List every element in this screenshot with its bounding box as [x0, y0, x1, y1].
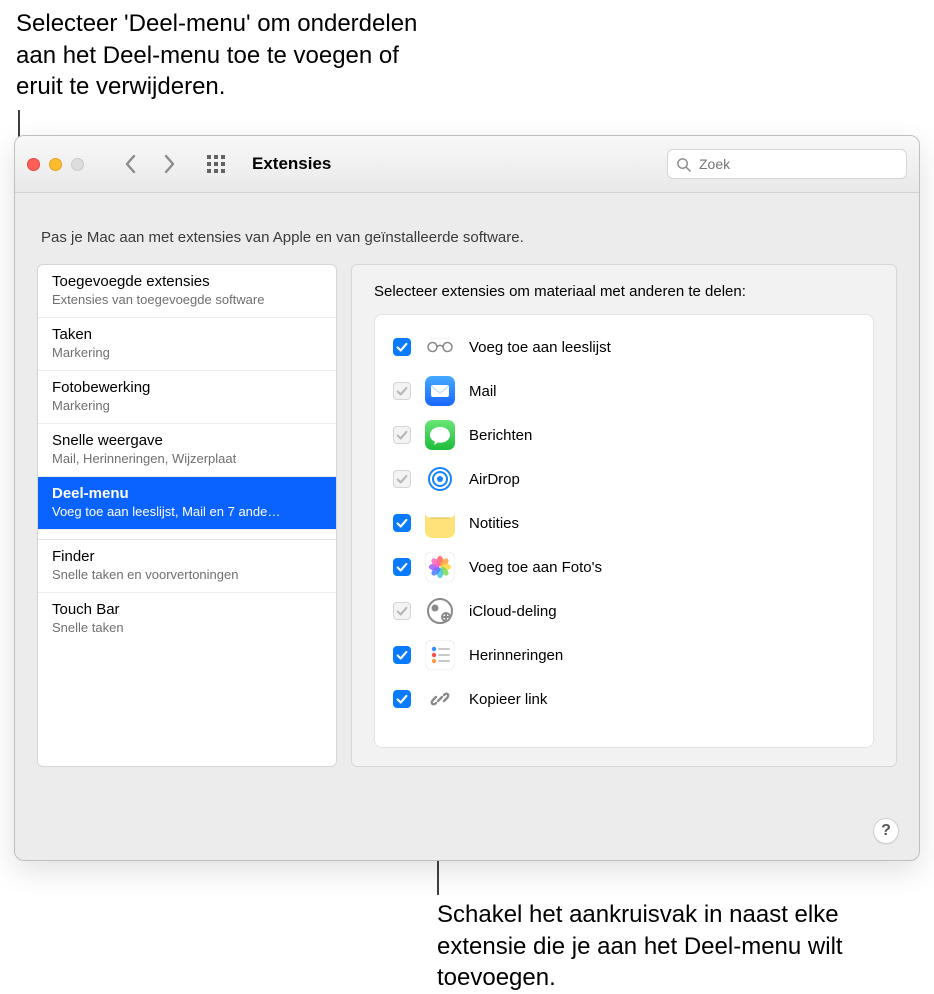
- content-area: Pas je Mac aan met extensies van Apple e…: [15, 193, 919, 860]
- category-sidebar: Toegevoegde extensies Extensies van toege…: [37, 264, 337, 767]
- extension-label: Berichten: [469, 427, 532, 444]
- sidebar-item[interactable]: Toegevoegde extensies Extensies van toege…: [38, 265, 336, 318]
- extension-checkbox: [393, 602, 411, 620]
- extension-checkbox: [393, 426, 411, 444]
- sidebar-item-subtitle: Snelle taken en voorvertoningen: [52, 567, 322, 582]
- close-window-button[interactable]: [27, 158, 40, 171]
- sidebar-item-subtitle: Markering: [52, 398, 322, 413]
- annotation-bottom: Schakel het aankruisvak in naast elke ex…: [437, 899, 857, 994]
- minimize-window-button[interactable]: [49, 158, 62, 171]
- extension-checkbox[interactable]: [393, 338, 411, 356]
- extension-checkbox[interactable]: [393, 690, 411, 708]
- zoom-window-button[interactable]: [71, 158, 84, 171]
- extension-checkbox: [393, 382, 411, 400]
- forward-button[interactable]: [162, 153, 176, 175]
- sidebar-item-title: Toegevoegde extensies: [52, 273, 322, 290]
- sidebar-item-subtitle: Voeg toe aan leeslijst, Mail en 7 ande…: [52, 504, 322, 519]
- sidebar-item-title: Touch Bar: [52, 601, 322, 618]
- extension-checkbox[interactable]: [393, 558, 411, 576]
- notes-icon: [425, 508, 455, 538]
- extension-label: Voeg toe aan leeslijst: [469, 339, 611, 356]
- extension-label: Kopieer link: [469, 691, 547, 708]
- sidebar-item-subtitle: Snelle taken: [52, 620, 322, 635]
- extension-row: Berichten: [383, 413, 865, 457]
- sidebar-item-title: Fotobewerking: [52, 379, 322, 396]
- extension-label: iCloud-deling: [469, 603, 557, 620]
- sidebar-item-title: Finder: [52, 548, 322, 565]
- extension-row: iCloud-deling: [383, 589, 865, 633]
- link-icon: [425, 684, 455, 714]
- pane-title: Extensies: [252, 154, 331, 174]
- intro-text: Pas je Mac aan met extensies van Apple e…: [41, 229, 897, 246]
- window-controls: [27, 158, 84, 171]
- extension-checkbox[interactable]: [393, 514, 411, 532]
- extension-label: Mail: [469, 383, 497, 400]
- sidebar-item[interactable]: Fotobewerking Markering: [38, 371, 336, 424]
- sidebar-item-title: Deel-menu: [52, 485, 322, 502]
- sidebar-item-title: Snelle weergave: [52, 432, 322, 449]
- sidebar-item[interactable]: Touch Bar Snelle taken: [38, 593, 336, 645]
- extension-row: Voeg toe aan leeslijst: [383, 325, 865, 369]
- detail-header: Selecteer extensies om materiaal met and…: [374, 283, 874, 300]
- extension-row: Mail: [383, 369, 865, 413]
- back-button[interactable]: [124, 153, 138, 175]
- reminders-icon: [425, 640, 455, 670]
- sidebar-item[interactable]: Finder Snelle taken en voorvertoningen: [38, 540, 336, 593]
- photos-icon: [425, 552, 455, 582]
- show-all-button[interactable]: [206, 154, 226, 174]
- sidebar-item[interactable]: Taken Markering: [38, 318, 336, 371]
- detail-panel: Selecteer extensies om materiaal met and…: [351, 264, 897, 767]
- extension-row: Herinneringen: [383, 633, 865, 677]
- extension-label: Herinneringen: [469, 647, 563, 664]
- sidebar-item-subtitle: Markering: [52, 345, 322, 360]
- sidebar-divider: [38, 530, 336, 540]
- sidebar-item[interactable]: Snelle weergave Mail, Herinneringen, Wijz…: [38, 424, 336, 477]
- extension-list: Voeg toe aan leeslijst Mail Berichten AirDr…: [374, 314, 874, 748]
- extension-row: AirDrop: [383, 457, 865, 501]
- extension-row: Kopieer link: [383, 677, 865, 721]
- help-button[interactable]: ?: [873, 818, 899, 844]
- extension-checkbox: [393, 470, 411, 488]
- airdrop-icon: [425, 464, 455, 494]
- sidebar-item-subtitle: Extensies van toegevoegde software: [52, 292, 322, 307]
- extension-label: Notities: [469, 515, 519, 532]
- messages-icon: [425, 420, 455, 450]
- mail-icon: [425, 376, 455, 406]
- extension-row: Voeg toe aan Foto's: [383, 545, 865, 589]
- annotation-top: Selecteer 'Deel-menu' om onderdelen aan …: [16, 8, 446, 103]
- preferences-window: Extensies Pas je Mac aan met extensies v…: [14, 135, 920, 861]
- nav-buttons: [124, 153, 176, 175]
- extension-label: AirDrop: [469, 471, 520, 488]
- sidebar-item[interactable]: Deel-menu Voeg toe aan leeslijst, Mail en…: [38, 477, 336, 530]
- icloud-icon: [425, 596, 455, 626]
- extension-checkbox[interactable]: [393, 646, 411, 664]
- glasses-icon: [425, 332, 455, 362]
- sidebar-item-title: Taken: [52, 326, 322, 343]
- toolbar: Extensies: [15, 136, 919, 193]
- extension-label: Voeg toe aan Foto's: [469, 559, 602, 576]
- sidebar-item-subtitle: Mail, Herinneringen, Wijzerplaat: [52, 451, 322, 466]
- search-input[interactable]: [697, 155, 898, 173]
- search-field-container[interactable]: [667, 149, 907, 179]
- search-icon: [676, 157, 691, 172]
- extension-row: Notities: [383, 501, 865, 545]
